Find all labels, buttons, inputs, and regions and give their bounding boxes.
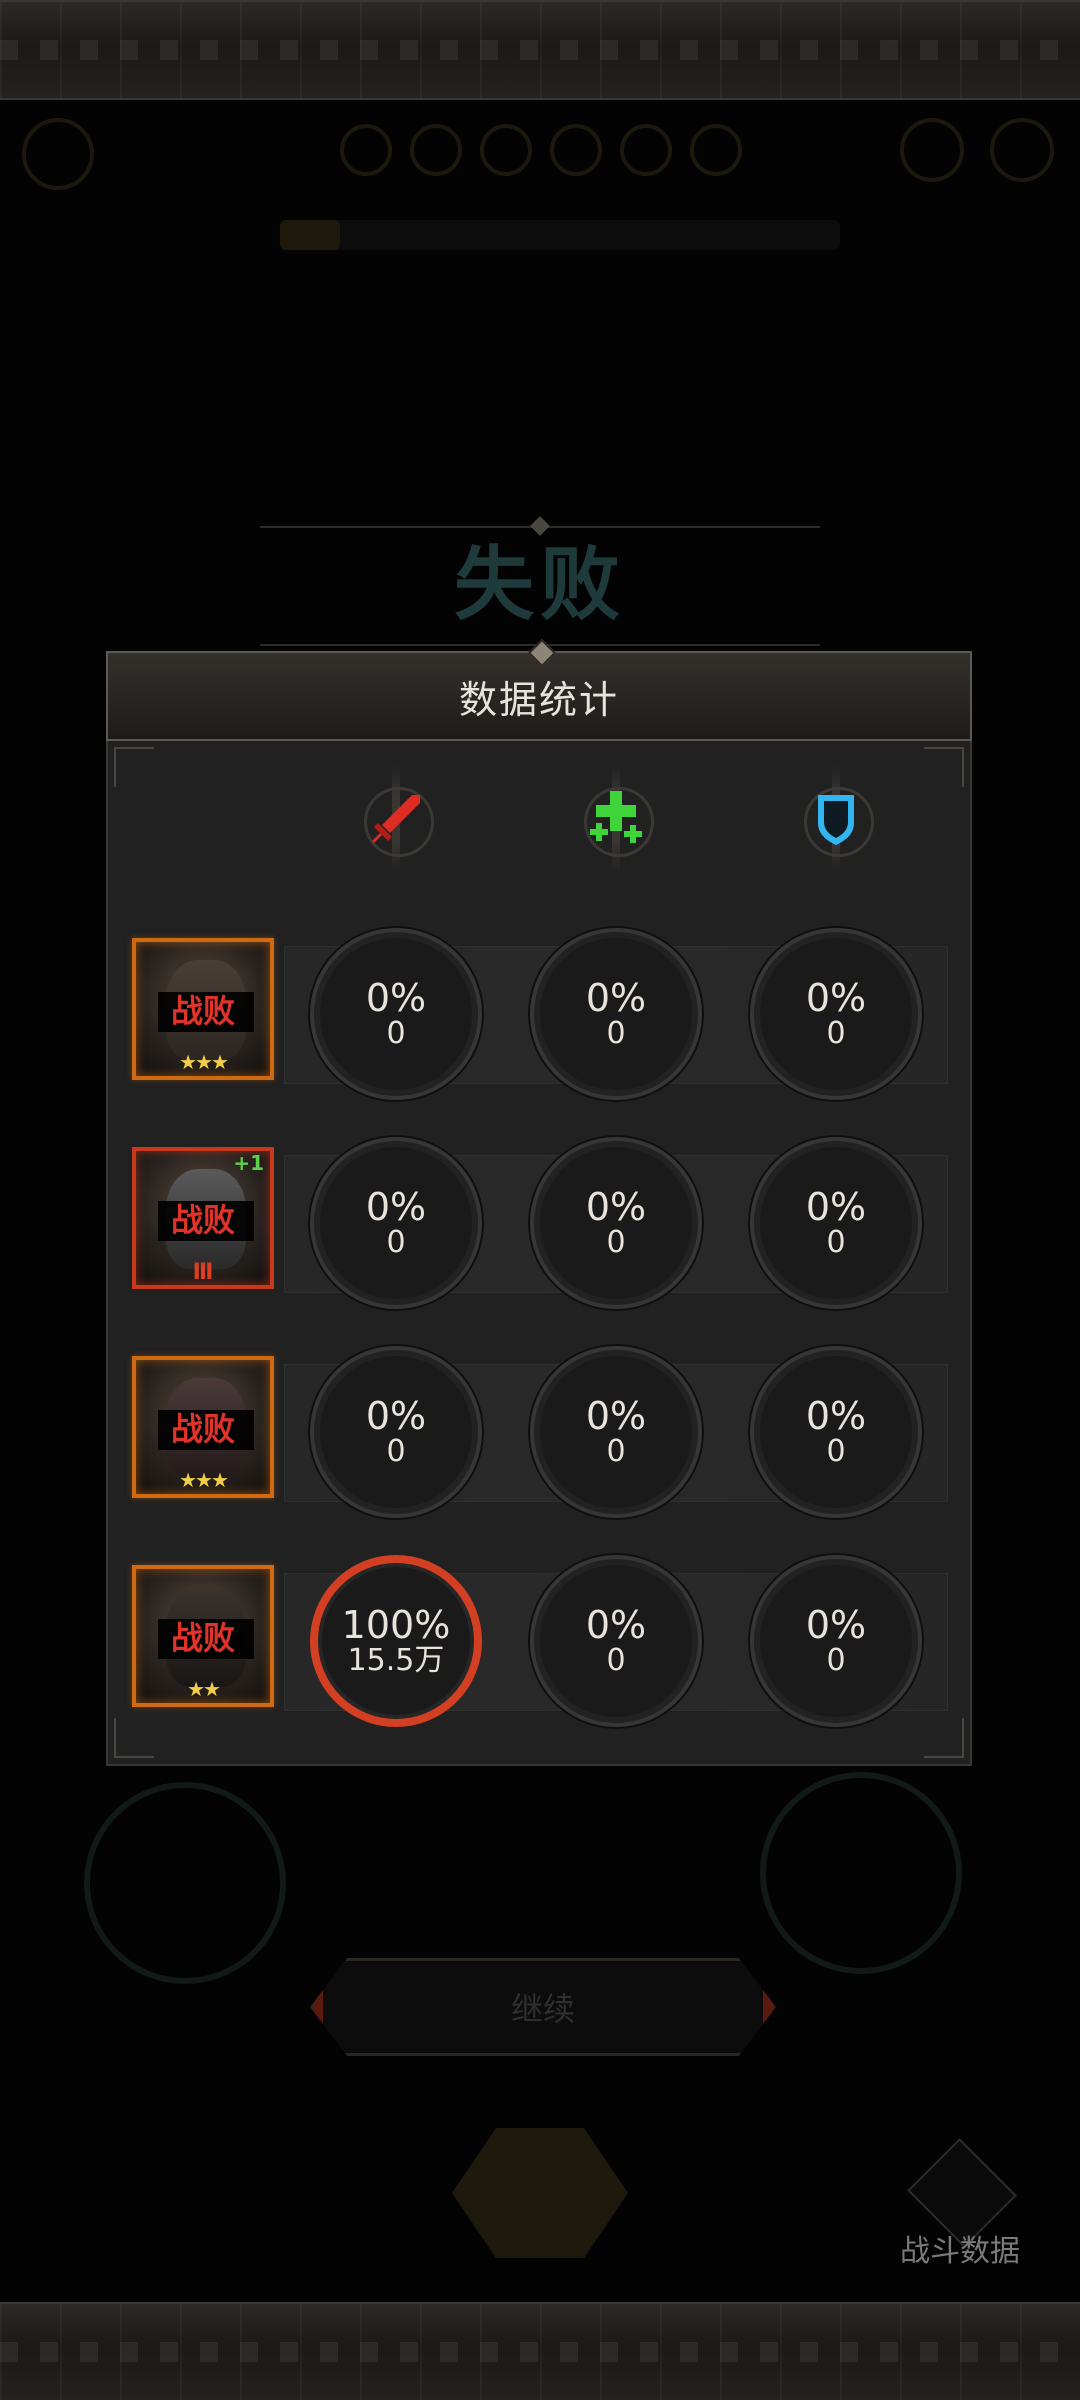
damage-percent: 0% [365, 1394, 427, 1438]
defeated-status: 战败 [170, 1619, 235, 1657]
shield-icon [818, 795, 854, 845]
damage-stat: 100% 15.5万 [310, 1555, 482, 1727]
damage-value: 0 [386, 1434, 406, 1469]
corner-ornament [924, 747, 964, 787]
heal-stat: 0% 0 [530, 1346, 702, 1518]
hero-portrait[interactable]: 战败 ★★★ [132, 938, 274, 1080]
rank-badge: Ⅲ [192, 1260, 214, 1285]
defense-stat: 0% 0 [750, 1555, 922, 1727]
defense-percent: 0% [805, 1394, 867, 1438]
heal-column-header [568, 765, 664, 873]
defeated-status: 战败 [170, 1410, 235, 1448]
heal-stat: 0% 0 [530, 928, 702, 1100]
skill-icon [690, 124, 742, 176]
defense-percent: 0% [805, 1185, 867, 1229]
defense-stat: 0% 0 [750, 1137, 922, 1309]
stats-panel-header: 数据统计 [106, 638, 972, 741]
hero-portrait[interactable]: +1 战败 Ⅲ [132, 1147, 274, 1289]
defense-value: 0 [826, 1225, 846, 1260]
defense-stat: 0% 0 [750, 928, 922, 1100]
damage-percent: 0% [365, 976, 427, 1020]
heal-value: 0 [606, 1434, 626, 1469]
star-rating: ★★★ [179, 1050, 229, 1074]
damage-percent: 100% [341, 1603, 451, 1647]
defense-value: 0 [826, 1434, 846, 1469]
top-ornament-bar [0, 0, 1080, 100]
damage-percent: 0% [365, 1185, 427, 1229]
defeated-status: 战败 [170, 1201, 235, 1239]
heal-percent: 0% [585, 976, 647, 1020]
damage-stat: 0% 0 [310, 928, 482, 1100]
sword-icon [372, 795, 420, 843]
damage-column-header [348, 765, 444, 873]
star-rating: ★★★ [179, 1468, 229, 1492]
corner-ornament [114, 747, 154, 787]
damage-value: 0 [386, 1225, 406, 1260]
defense-percent: 0% [805, 976, 867, 1020]
continue-label: 继续 [510, 1990, 575, 2028]
team-ring-left [84, 1782, 286, 1984]
stats-panel-title: 数据统计 [458, 677, 619, 722]
heal-percent: 0% [585, 1394, 647, 1438]
unit-stats-row: 战败 ★★★ 0% 0 0% 0 0% 0 [108, 928, 974, 1128]
unit-stats-row: 战败 ★★ 100% 15.5万 0% 0 0% 0 [108, 1555, 974, 1755]
heal-percent: 0% [585, 1603, 647, 1647]
level-bonus: +1 [233, 1151, 264, 1175]
defeated-status: 战败 [170, 992, 235, 1030]
unit-stats-row: +1 战败 Ⅲ 0% 0 0% 0 0% 0 [108, 1137, 974, 1337]
speed-icon [900, 118, 964, 182]
damage-stat: 0% 0 [310, 1137, 482, 1309]
battle-stats-button[interactable]: 战斗数据 [880, 2138, 1040, 2270]
hero-portrait[interactable]: 战败 ★★★ [132, 1356, 274, 1498]
damage-value: 0 [386, 1016, 406, 1051]
star-rating: ★★ [187, 1677, 221, 1701]
hero-portrait[interactable]: 战败 ★★ [132, 1565, 274, 1707]
heal-value: 0 [606, 1643, 626, 1678]
defense-value: 0 [826, 1016, 846, 1051]
skill-icon [340, 124, 392, 176]
continue-button[interactable]: 继续 [310, 1958, 776, 2056]
damage-stat: 0% 0 [310, 1346, 482, 1518]
defeat-title: 失败 [454, 538, 626, 631]
heal-stat: 0% 0 [530, 1555, 702, 1727]
bottom-ornament-bar [0, 2302, 1080, 2400]
unit-stats-row: 战败 ★★★ 0% 0 0% 0 0% 0 [108, 1346, 974, 1546]
skill-icon [620, 124, 672, 176]
battle-stats-label: 战斗数据 [900, 2234, 1020, 2269]
play-icon [22, 118, 94, 190]
game-screen: 失败 继续 战斗数据 数据统计 战败 ★★★ 0% 0 0% 0 0% 0 +1… [0, 0, 1080, 2400]
heal-percent: 0% [585, 1185, 647, 1229]
heal-value: 0 [606, 1016, 626, 1051]
skill-icon [550, 124, 602, 176]
heal-stat: 0% 0 [530, 1137, 702, 1309]
heal-value: 0 [606, 1225, 626, 1260]
defense-stat: 0% 0 [750, 1346, 922, 1518]
defense-value: 0 [826, 1643, 846, 1678]
stats-panel: 战败 ★★★ 0% 0 0% 0 0% 0 +1 战败 Ⅲ 0% 0 0% 0 … [106, 741, 972, 1766]
defense-percent: 0% [805, 1603, 867, 1647]
skill-icon [410, 124, 462, 176]
wave-progress-bar [280, 220, 840, 250]
pause-icon [990, 118, 1054, 182]
damage-value: 15.5万 [347, 1643, 445, 1678]
defense-column-header [788, 765, 884, 873]
team-ring-right [760, 1772, 962, 1974]
heal-cross-icon [590, 791, 642, 843]
skill-icon [480, 124, 532, 176]
